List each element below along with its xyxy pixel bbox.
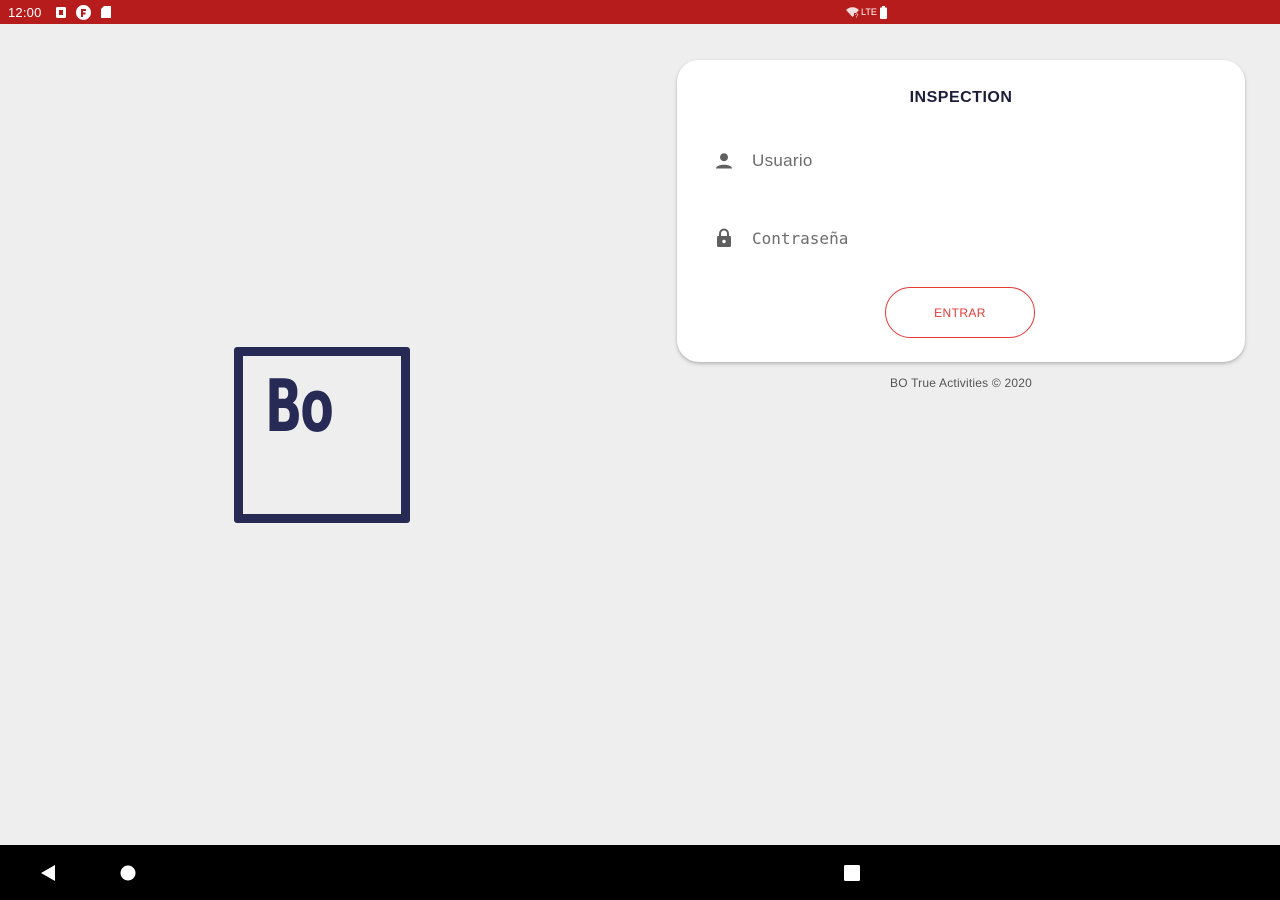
copyright-footer: BO True Activities © 2020 [890, 376, 1032, 390]
lock-icon [713, 227, 735, 249]
back-icon[interactable] [18, 845, 78, 900]
password-input[interactable] [752, 223, 1192, 253]
status-right: ? LTE [846, 0, 887, 24]
enter-button[interactable]: ENTRAR [885, 287, 1035, 338]
status-time: 12:00 [8, 4, 42, 20]
login-card: INSPECTION ENTRAR [677, 60, 1245, 362]
network-label: LTE [861, 7, 877, 17]
wifi-icon: ? [846, 6, 859, 18]
navigation-bar [0, 845, 1280, 900]
app-icon [75, 4, 91, 20]
password-field [713, 220, 1213, 256]
battery-icon [879, 5, 887, 19]
person-icon [713, 150, 735, 172]
username-field [713, 143, 1213, 179]
status-bar: 12:00 ? LTE [0, 0, 1280, 24]
brand-logo: Bo [234, 347, 410, 523]
login-title: INSPECTION [909, 89, 1013, 106]
status-left: 12:00 [8, 0, 111, 24]
logo-text: Bo [265, 364, 334, 448]
recents-icon[interactable] [822, 845, 882, 900]
notification-icon [55, 6, 66, 18]
sd-card-icon [100, 6, 111, 18]
username-input[interactable] [752, 146, 1192, 176]
home-icon[interactable] [98, 845, 158, 900]
